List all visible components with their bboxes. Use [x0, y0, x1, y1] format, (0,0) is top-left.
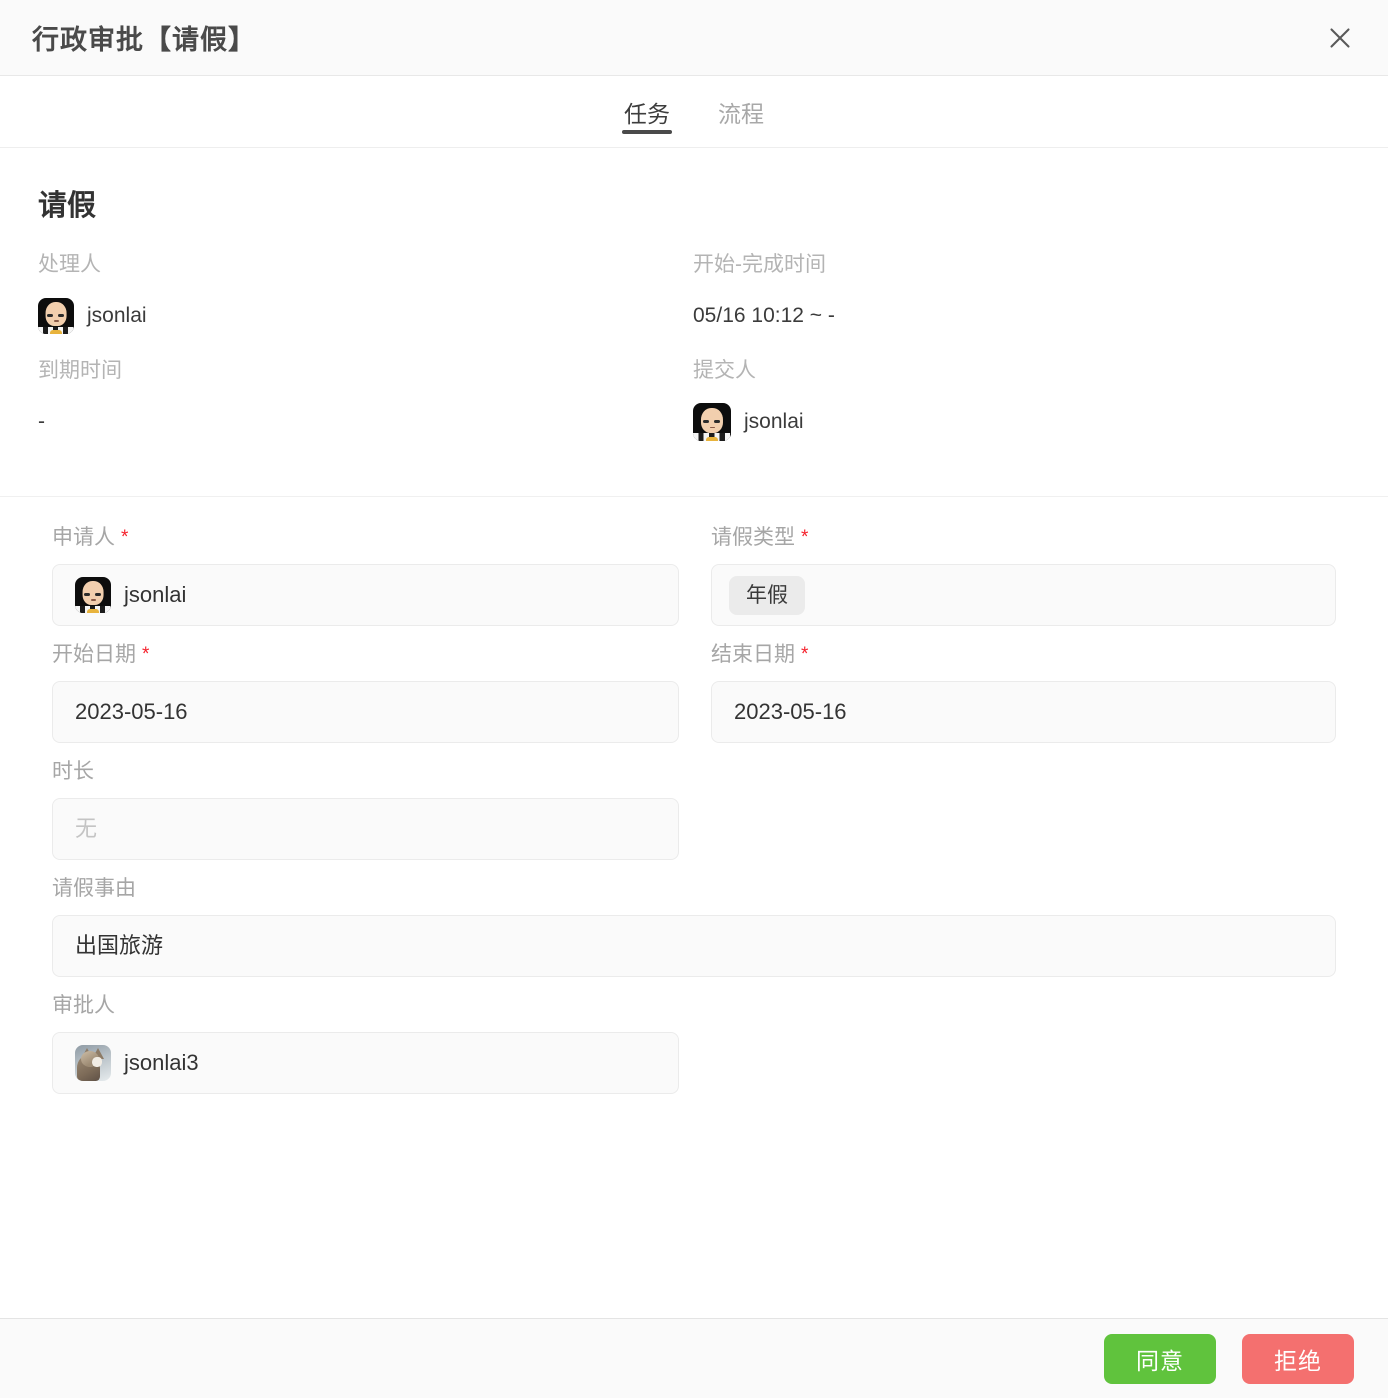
leave-type-tag: 年假 — [729, 575, 805, 615]
tab-bar: 任务 流程 — [0, 76, 1388, 148]
applicant-value: jsonlai — [124, 582, 187, 607]
tab-task-label: 任务 — [624, 100, 670, 127]
meta-time-range: 开始-完成时间 05/16 10:12 ~ - — [693, 254, 1350, 360]
form-row-2: 开始日期 * 2023-05-16 结束日期 * 2023-05-16 — [52, 644, 1336, 761]
required-mark: * — [801, 527, 809, 548]
end-date-value: 2023-05-16 — [734, 699, 847, 724]
reason-value: 出国旅游 — [75, 933, 164, 958]
tab-task[interactable]: 任务 — [622, 76, 672, 148]
meta-assignee-label: 处理人 — [38, 253, 101, 276]
close-button[interactable] — [1318, 16, 1362, 60]
field-duration: 时长 无 — [52, 761, 679, 860]
form-row-3: 时长 无 — [52, 761, 1336, 878]
meta-time-range-value: 05/16 10:12 ~ - — [693, 304, 835, 327]
meta-submitter-value: jsonlai — [693, 400, 1350, 444]
meta-submitter: 提交人 jsonlai — [693, 360, 1350, 466]
start-date-label: 开始日期 — [52, 643, 136, 666]
approver-label-row: 审批人 — [52, 995, 679, 1016]
leave-type-label-row: 请假类型 * — [711, 527, 1336, 548]
tab-process-label: 流程 — [718, 100, 764, 127]
end-date-label: 结束日期 — [711, 643, 795, 666]
start-date-label-row: 开始日期 * — [52, 644, 679, 665]
applicant-label-row: 申请人 * — [52, 527, 679, 548]
tab-process[interactable]: 流程 — [716, 76, 766, 148]
task-title: 请假 — [38, 190, 97, 222]
field-start-date: 开始日期 * 2023-05-16 — [52, 644, 679, 743]
reason-label-row: 请假事由 — [52, 878, 1336, 899]
saitama-avatar — [693, 403, 731, 441]
required-mark: * — [121, 527, 129, 548]
field-end-date: 结束日期 * 2023-05-16 — [711, 644, 1336, 743]
duration-label-row: 时长 — [52, 761, 679, 782]
cat-avatar — [75, 1045, 111, 1081]
reason-label: 请假事由 — [52, 877, 136, 900]
form-row-1: 申请人 * jsonlai 请假类型 * 年假 — [52, 527, 1336, 644]
required-mark: * — [801, 644, 809, 665]
approver-input[interactable]: jsonlai3 — [52, 1032, 679, 1094]
meta-submitter-label: 提交人 — [693, 359, 756, 382]
form-row-5: 审批人 jsonlai3 — [52, 995, 1336, 1112]
meta-time-range-label: 开始-完成时间 — [693, 253, 826, 276]
leave-type-select[interactable]: 年假 — [711, 564, 1336, 626]
task-summary-section: 请假 处理人 jsonlai 开始-完成时间 05/16 10:12 ~ - 到… — [0, 148, 1388, 497]
meta-due-time-value: - — [38, 410, 45, 433]
meta-assignee: 处理人 jsonlai — [38, 254, 693, 360]
dialog-footer: 同意 拒绝 — [0, 1318, 1388, 1398]
saitama-avatar — [75, 577, 111, 613]
approver-value: jsonlai3 — [124, 1050, 199, 1075]
reject-button[interactable]: 拒绝 — [1242, 1333, 1354, 1384]
meta-assignee-value: jsonlai — [38, 294, 693, 338]
assignee-name: jsonlai — [87, 304, 147, 327]
applicant-input[interactable]: jsonlai — [52, 564, 679, 626]
meta-due-time: 到期时间 - — [38, 360, 693, 466]
approval-form: 申请人 * jsonlai 请假类型 * 年假 开始日期 * 2023-05-1… — [0, 497, 1388, 1112]
page-title: 行政审批【请假】 — [32, 25, 256, 55]
form-row-3-spacer — [711, 761, 1336, 878]
end-date-input[interactable]: 2023-05-16 — [711, 681, 1336, 743]
approve-button[interactable]: 同意 — [1104, 1333, 1216, 1384]
form-row-5-spacer — [711, 995, 1336, 1112]
meta-due-time-label: 到期时间 — [38, 359, 122, 382]
field-reason: 请假事由 出国旅游 — [52, 878, 1336, 977]
dialog-body: 请假 处理人 jsonlai 开始-完成时间 05/16 10:12 ~ - 到… — [0, 148, 1388, 1318]
duration-label: 时长 — [52, 760, 94, 783]
close-icon — [1327, 25, 1353, 51]
submitter-name: jsonlai — [744, 410, 804, 433]
start-date-input[interactable]: 2023-05-16 — [52, 681, 679, 743]
reason-input[interactable]: 出国旅游 — [52, 915, 1336, 977]
approver-label: 审批人 — [52, 994, 115, 1017]
dialog-header: 行政审批【请假】 — [0, 0, 1388, 76]
field-approver: 审批人 jsonlai3 — [52, 995, 679, 1094]
duration-input[interactable]: 无 — [52, 798, 679, 860]
approval-dialog: 行政审批【请假】 任务 流程 请假 处理人 jsonlai 开始-完成时间 05… — [0, 0, 1388, 1398]
leave-type-label: 请假类型 — [711, 526, 795, 549]
required-mark: * — [142, 644, 150, 665]
field-applicant: 申请人 * jsonlai — [52, 527, 679, 626]
duration-placeholder: 无 — [75, 816, 98, 841]
form-row-4: 请假事由 出国旅游 — [52, 878, 1336, 995]
field-leave-type: 请假类型 * 年假 — [711, 527, 1336, 626]
applicant-label: 申请人 — [52, 526, 115, 549]
saitama-avatar — [38, 298, 74, 334]
task-meta-grid: 处理人 jsonlai 开始-完成时间 05/16 10:12 ~ - 到期时间… — [38, 254, 1350, 466]
end-date-label-row: 结束日期 * — [711, 644, 1336, 665]
start-date-value: 2023-05-16 — [75, 699, 188, 724]
